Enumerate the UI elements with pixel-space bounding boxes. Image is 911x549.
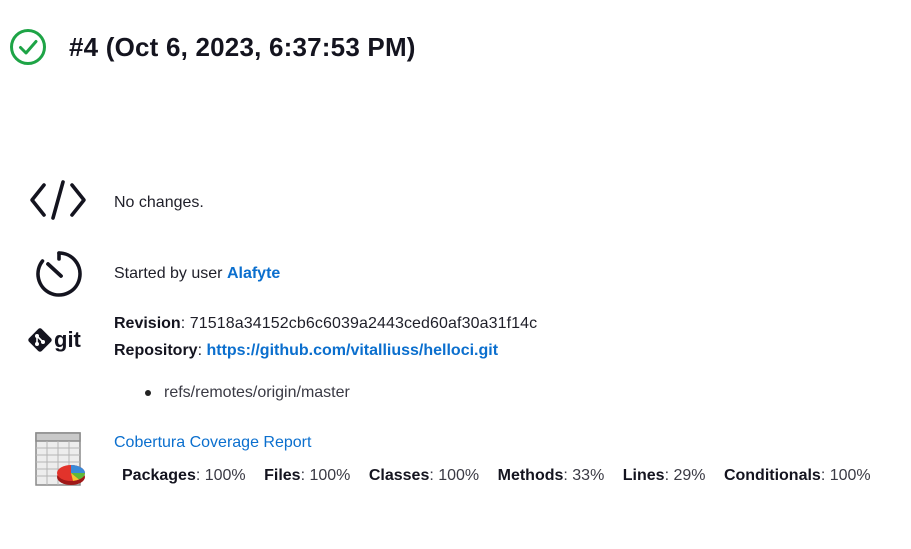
revision-line: Revision: 71518a34152cb6c6039a2443ced60a… bbox=[114, 315, 537, 333]
coverage-stats: Packages: 100% Files: 100% Classes: 100%… bbox=[122, 467, 885, 485]
branch-ref: refs/remotes/origin/master bbox=[164, 384, 350, 401]
repository-line: Repository: https://github.com/vitallius… bbox=[114, 342, 498, 360]
coverage-report-link-wrap: Cobertura Coverage Report bbox=[114, 434, 311, 452]
user-link[interactable]: Alafyte bbox=[227, 265, 280, 282]
build-header: #4 (Oct 6, 2023, 6:37:53 PM) bbox=[9, 28, 416, 66]
svg-text:git: git bbox=[54, 327, 82, 352]
bullet-icon bbox=[145, 390, 151, 396]
code-icon bbox=[28, 178, 88, 227]
coverage-report-link[interactable]: Cobertura Coverage Report bbox=[114, 434, 311, 451]
repository-label: Repository bbox=[114, 342, 198, 359]
stat-classes: Classes: 100% bbox=[368, 467, 480, 484]
changes-text: No changes. bbox=[114, 194, 204, 211]
cause-text: Started by user Alafyte bbox=[114, 265, 280, 283]
page-title: #4 (Oct 6, 2023, 6:37:53 PM) bbox=[69, 31, 416, 62]
revision-label: Revision bbox=[114, 315, 181, 332]
git-logo: git bbox=[28, 325, 90, 360]
list-item: refs/remotes/origin/master bbox=[145, 384, 350, 402]
repository-link[interactable]: https://github.com/vitalliuss/helloci.gi… bbox=[206, 342, 498, 359]
stat-packages: Packages: 100% bbox=[122, 467, 246, 484]
timer-icon bbox=[33, 248, 85, 303]
stat-files: Files: 100% bbox=[264, 467, 351, 484]
stat-lines: Lines: 29% bbox=[622, 467, 706, 484]
branch-list: refs/remotes/origin/master bbox=[145, 384, 350, 402]
success-check-icon bbox=[10, 29, 46, 65]
stat-methods: Methods: 33% bbox=[497, 467, 605, 484]
revision-value: : 71518a34152cb6c6039a2443ced60af30a31f1… bbox=[180, 315, 538, 332]
stat-conditionals: Conditionals: 100% bbox=[723, 467, 871, 484]
cause-prefix: Started by user bbox=[114, 265, 227, 282]
coverage-report-icon bbox=[35, 432, 87, 493]
